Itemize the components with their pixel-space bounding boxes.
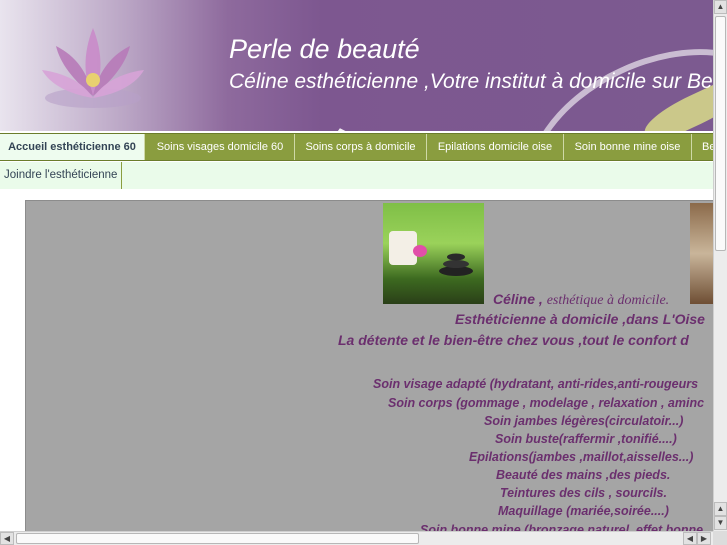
headline-location: Esthéticienne à domicile ,dans L'Oise — [455, 311, 705, 327]
tab-soins-visages[interactable]: Soins visages domicile 60 — [146, 134, 295, 160]
scroll-left-icon[interactable]: ◀ — [0, 532, 14, 545]
scroll-up-icon[interactable]: ▲ — [714, 502, 727, 516]
tab-soin-bonne-mine[interactable]: Soin bonne mine oise — [564, 134, 692, 160]
main-nav: Accueil esthéticienne 60 Soins visages d… — [0, 133, 713, 161]
service-item: Soin jambes légères(circulatoir...) — [484, 414, 684, 428]
stones-shape — [439, 253, 473, 276]
service-item: Beauté des mains ,des pieds. — [496, 468, 671, 482]
site-subtitle: Céline esthéticienne ,Votre institut à d… — [229, 70, 713, 93]
tab-accueil[interactable]: Accueil esthéticienne 60 — [0, 134, 145, 160]
intro-heading: Céline , esthétique à domicile. — [493, 291, 669, 309]
scroll-down-icon[interactable]: ▼ — [714, 516, 727, 530]
browser-viewport: Perle de beauté Céline esthéticienne ,Vo… — [0, 0, 713, 531]
tab-joindre[interactable]: Joindre l'esthéticienne — [0, 162, 123, 189]
tab-soins-corps[interactable]: Soins corps à domicile — [295, 134, 427, 160]
service-item: Soin buste(raffermir ,tonifié....) — [495, 432, 677, 446]
main-content: Céline , esthétique à domicile. Esthétic… — [25, 200, 713, 531]
spa-photo-partial — [690, 203, 713, 304]
vertical-scrollbar[interactable]: ▲ ▲ ▼ — [713, 0, 727, 531]
orchid-shape — [413, 245, 427, 257]
service-item: Epilations(jambes ,maillot,aisselles...) — [469, 450, 694, 464]
header-banner: Perle de beauté Céline esthéticienne ,Vo… — [0, 0, 713, 131]
lotus-flower-icon — [42, 28, 144, 108]
sub-nav: Joindre l'esthéticienne — [0, 162, 713, 189]
scroll-left-icon[interactable]: ◀ — [683, 532, 697, 545]
tab-epilations[interactable]: Epilations domicile oise — [427, 134, 564, 160]
service-item: Teintures des cils , sourcils. — [500, 486, 667, 500]
scrollbar-corner — [713, 531, 727, 545]
tab-more[interactable]: Be — [692, 134, 713, 160]
vertical-scroll-thumb[interactable] — [715, 16, 726, 251]
intro-tagline: esthétique à domicile. — [546, 293, 670, 308]
headline-comfort: La détente et le bien-être chez vous ,to… — [338, 332, 689, 348]
service-item: Soin corps (gommage , modelage , relaxat… — [388, 396, 705, 410]
scroll-right-icon[interactable]: ▶ — [697, 532, 711, 545]
service-item: Maquillage (mariée,soirée....) — [498, 504, 669, 518]
intro-name: Céline , — [493, 291, 543, 307]
horizontal-scrollbar[interactable]: ◀ ◀ ▶ — [0, 531, 713, 545]
scroll-up-icon[interactable]: ▲ — [714, 0, 727, 14]
service-item: Soin bonne mine (bronzage naturel ,effet… — [420, 523, 704, 531]
horizontal-scroll-thumb[interactable] — [16, 533, 419, 544]
site-title: Perle de beauté — [229, 34, 420, 64]
spa-stones-photo — [383, 203, 484, 304]
service-item: Soin visage adapté (hydratant, anti-ride… — [373, 377, 699, 391]
